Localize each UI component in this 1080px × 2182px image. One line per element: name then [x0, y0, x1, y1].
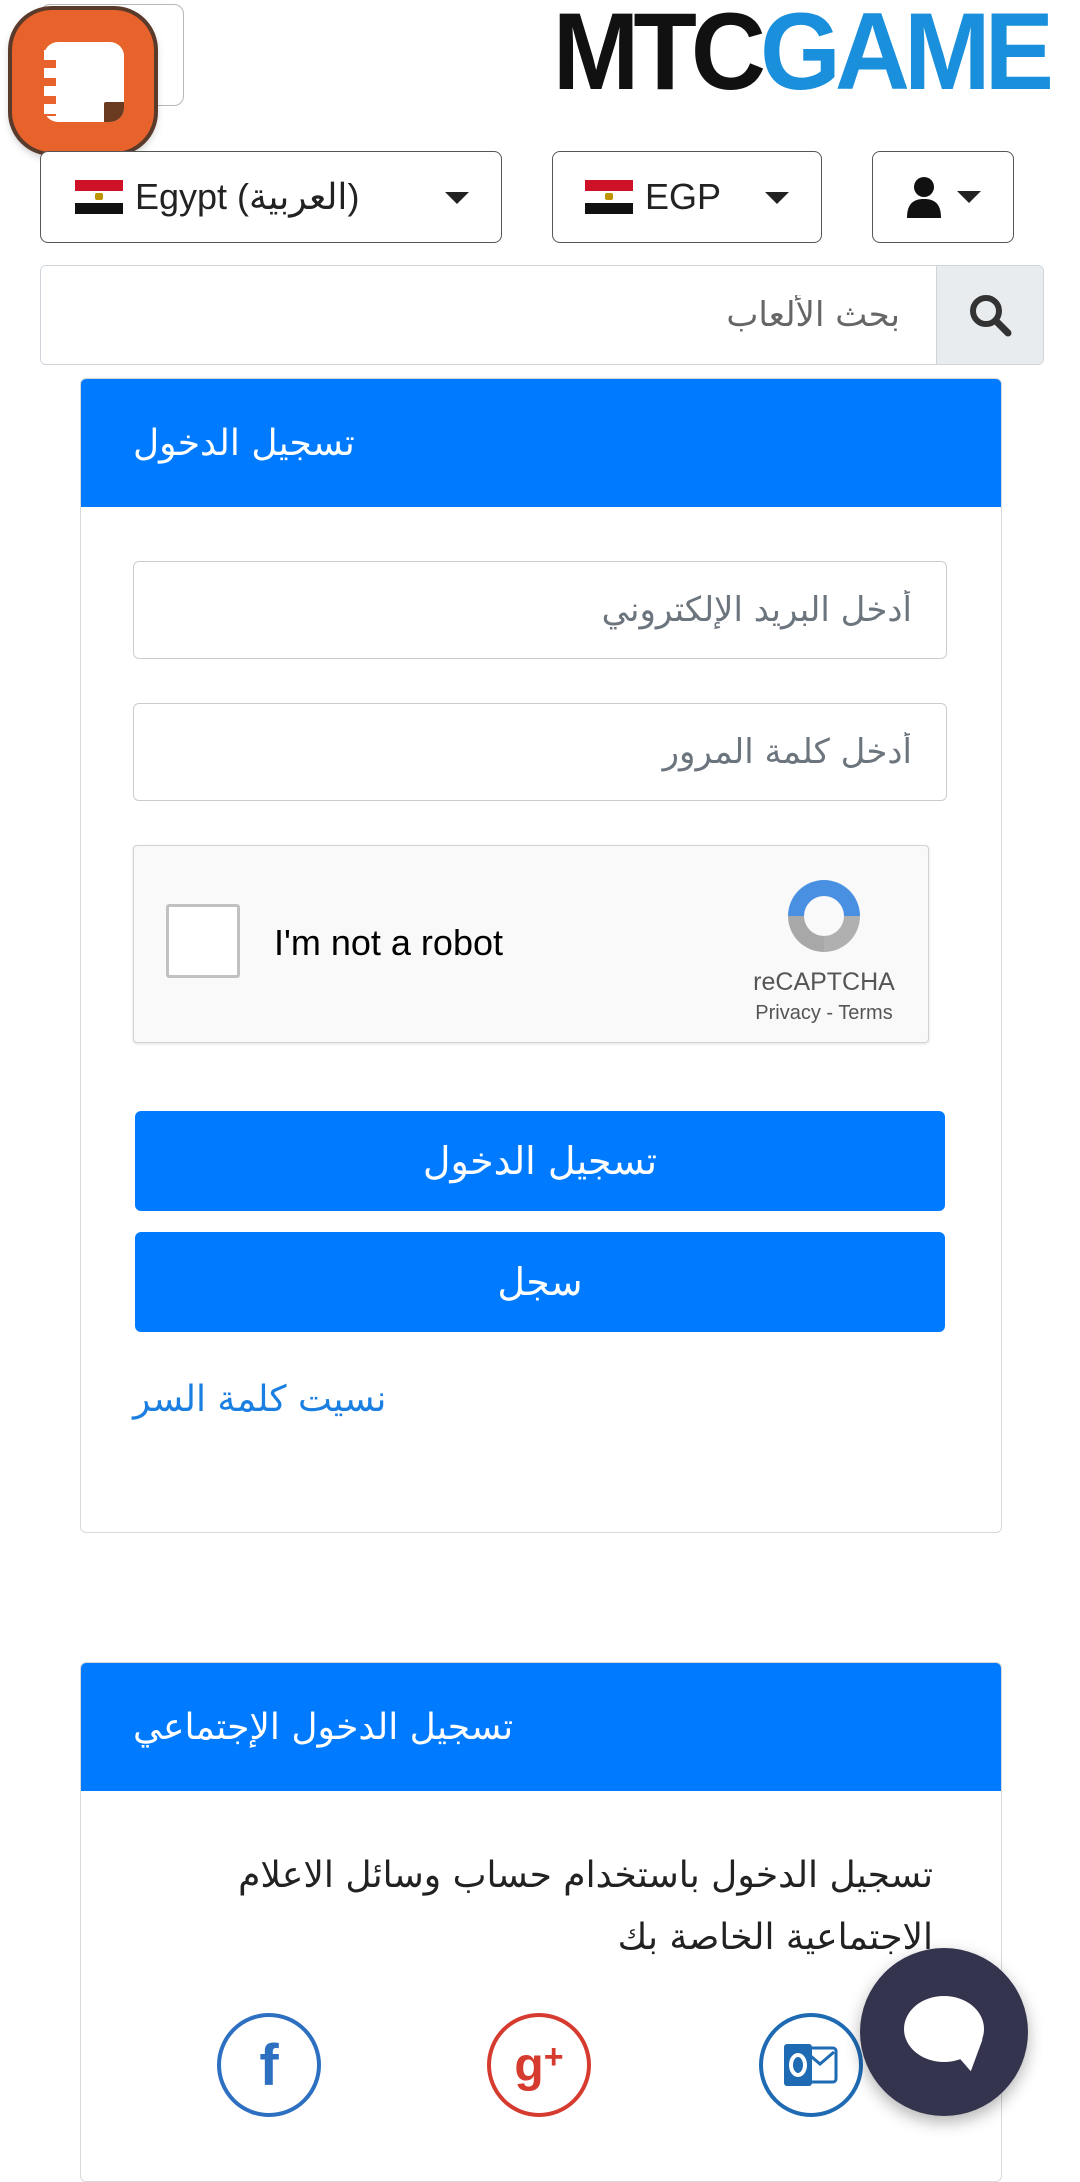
- social-card-header: تسجيل الدخول الإجتماعي: [81, 1663, 1001, 1791]
- recaptcha-widget: I'm not a robot reCAPTCHA Privacy - Term…: [133, 845, 929, 1043]
- currency-select[interactable]: EGP: [552, 151, 822, 243]
- forgot-password-link[interactable]: نسيت كلمة السر: [133, 1379, 386, 1420]
- egypt-flag-icon: [585, 180, 633, 214]
- recaptcha-links[interactable]: Privacy - Terms: [724, 1002, 924, 1025]
- search-bar: [40, 265, 1044, 365]
- social-description: تسجيل الدخول باستخدام حساب وسائل الاعلام…: [133, 1845, 933, 1969]
- login-card-title: تسجيل الدخول: [133, 422, 355, 464]
- site-logo[interactable]: MTC GAME: [553, 0, 1054, 113]
- search-input[interactable]: [41, 266, 936, 364]
- user-icon: [907, 177, 941, 218]
- social-description-line1: تسجيل الدخول باستخدام حساب وسائل الاعلام: [238, 1855, 933, 1896]
- recaptcha-checkbox[interactable]: [166, 904, 240, 978]
- currency-select-label: EGP: [645, 176, 722, 217]
- recaptcha-label: I'm not a robot: [274, 922, 503, 963]
- chevron-down-icon: [765, 192, 789, 204]
- recaptcha-brand: reCAPTCHA: [753, 968, 895, 996]
- chat-button[interactable]: [860, 1948, 1028, 2116]
- social-description-line2: الاجتماعية الخاصة بك: [617, 1917, 933, 1958]
- login-button[interactable]: تسجيل الدخول: [135, 1111, 945, 1211]
- search-icon: [970, 295, 1012, 337]
- logo-text-mtc: MTC: [552, 0, 766, 113]
- chevron-down-icon: [445, 192, 469, 204]
- social-card-title: تسجيل الدخول الإجتماعي: [133, 1706, 514, 1748]
- user-menu-button[interactable]: [872, 151, 1014, 243]
- password-field[interactable]: [133, 703, 947, 801]
- google-plus-icon[interactable]: g +: [487, 2013, 591, 2117]
- country-select[interactable]: Egypt (العربية): [40, 151, 502, 243]
- egypt-flag-icon: [75, 180, 123, 214]
- country-select-label: Egypt (العربية): [135, 176, 360, 217]
- outlook-icon[interactable]: [759, 2013, 863, 2117]
- recaptcha-icon: [788, 880, 860, 952]
- login-card: تسجيل الدخول I'm not a robot reCAPTCHA P…: [80, 378, 1002, 1533]
- chevron-down-icon: [957, 191, 981, 203]
- notes-app-icon[interactable]: [12, 10, 154, 152]
- search-button[interactable]: [936, 266, 1043, 364]
- email-field[interactable]: [133, 561, 947, 659]
- facebook-icon[interactable]: f: [217, 2013, 321, 2117]
- logo-text-game: GAME: [760, 0, 1054, 113]
- login-card-header: تسجيل الدخول: [81, 379, 1001, 507]
- register-button[interactable]: سجل: [135, 1232, 945, 1332]
- social-login-card: تسجيل الدخول الإجتماعي تسجيل الدخول باست…: [80, 1662, 1002, 2182]
